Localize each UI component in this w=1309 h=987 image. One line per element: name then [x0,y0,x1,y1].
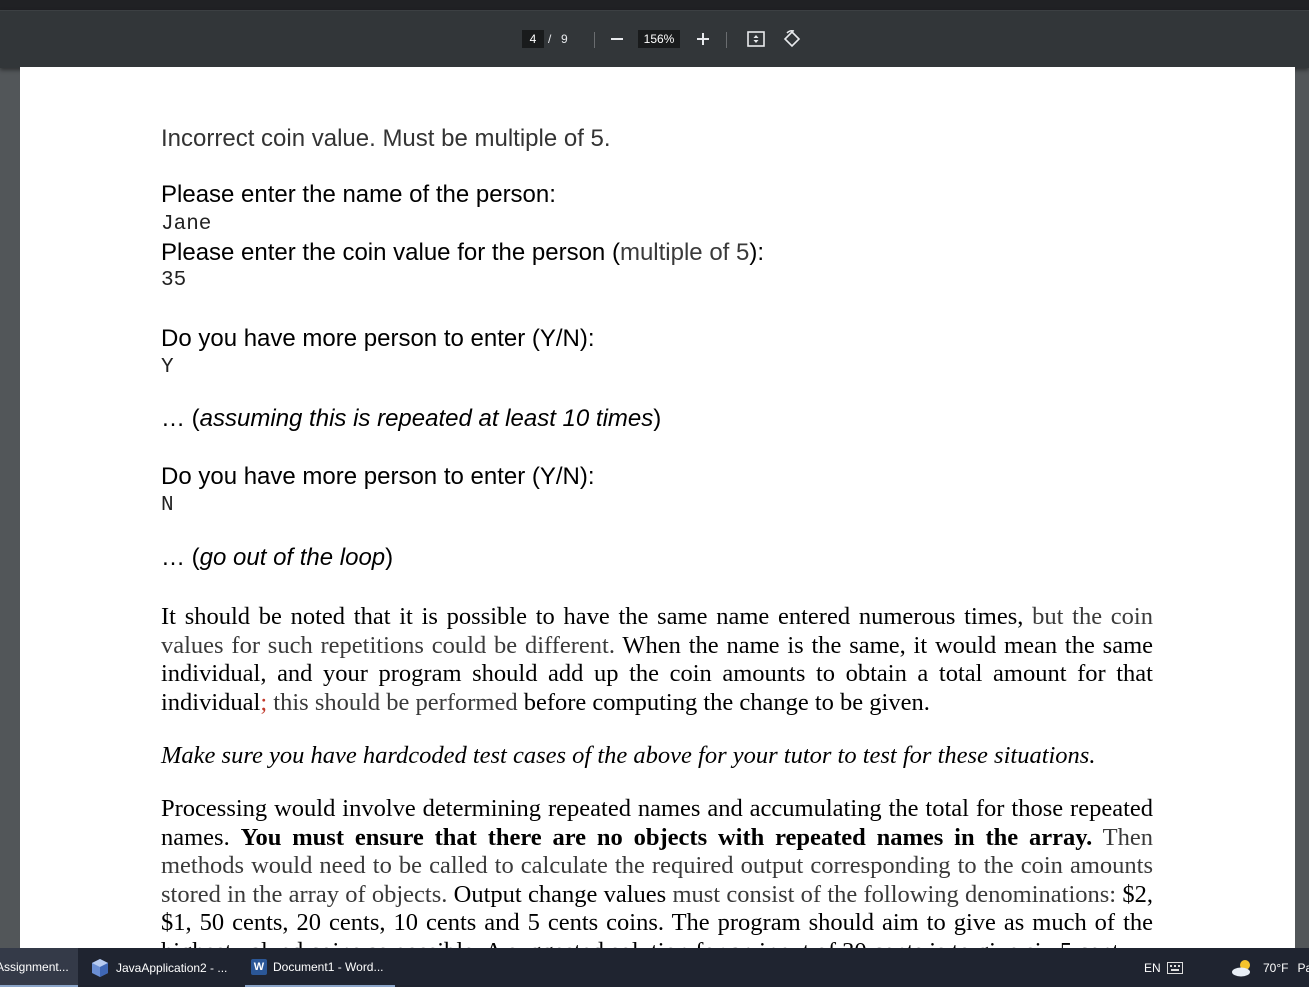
ellipsis-2: … ( [161,544,200,571]
error-message: Incorrect coin value. Must be multiple o… [161,125,611,152]
note-repeat: … (assuming this is repeated at least 10… [161,405,661,433]
pdf-toolbar: 4 / 9 156% [0,10,1309,68]
para3-e: must consist of the following denominati… [666,880,1117,908]
paragraph-repeated-names: It should be noted that it is possible t… [161,603,1153,717]
para1-f: before computing the change to be given. [517,688,930,716]
word-icon: W [251,958,267,975]
zoom-in-button[interactable] [690,26,716,52]
input-more-2: N [161,494,174,517]
temperature-label: 70°F [1263,960,1289,975]
language-indicator[interactable]: EN [1144,948,1161,987]
page-total: 9 [561,32,568,46]
input-name: Jane [161,213,212,236]
taskbar-label-assignment: Assignment... [0,959,69,974]
para1-e: this should be performed [267,688,518,716]
ellipsis-1: … ( [161,405,200,432]
pdf-page: Incorrect coin value. Must be multiple o… [20,67,1295,950]
taskbar-item-assignment[interactable]: Assignment... [0,948,78,987]
prompt-name: Please enter the name of the person: [161,181,556,208]
page-separator: / [548,32,552,46]
close-1: ) [653,405,662,432]
para3-d: Output change values [447,880,667,908]
rotate-icon [783,30,801,48]
page-number-input[interactable]: 4 [522,30,544,48]
rotate-button[interactable] [779,26,805,52]
toolbar-divider [726,32,727,48]
prompt-coin-b: multiple of 5 [619,239,750,266]
keyboard-icon [1167,961,1183,974]
weather-widget[interactable]: 70°F Pa [1231,948,1309,987]
window-top-strip [0,0,1309,10]
prompt-coin-a: Please enter the coin value for the pers… [161,239,620,266]
prompt-more-2: Do you have more person to enter (Y/N): [161,463,595,490]
input-more-1: Y [161,356,174,379]
weather-label-tail: Pa [1297,960,1309,975]
prompt-more-1: Do you have more person to enter (Y/N): [161,325,595,352]
taskbar-item-java[interactable]: JavaApplication2 - ... [90,948,227,987]
partly-cloudy-icon [1232,959,1250,976]
note-2: go out of the loop [199,544,386,571]
note-1: assuming this is repeated at least 10 ti… [199,405,654,432]
para2: Make sure you have hardcoded test cases … [161,742,1096,769]
paragraph-test-cases: Make sure you have hardcoded test cases … [161,742,1153,771]
fit-to-page-icon [747,31,765,47]
input-coin: 35 [161,269,187,292]
windows-taskbar: Assignment... JavaApplication2 - ... W D… [0,948,1309,987]
note-exit-loop: … (go out of the loop) [161,544,393,572]
prompt-coin: Please enter the coin value for the pers… [161,239,764,267]
lang-label: EN [1144,960,1161,975]
keyboard-button[interactable] [1167,948,1183,987]
paragraph-processing: Processing would involve determining rep… [161,795,1153,950]
taskbar-label-word: Document1 - Word... [273,959,384,974]
plus-icon [697,33,709,45]
para1-a: It should be noted that it is possible t… [161,603,1024,630]
toolbar-divider [594,32,595,48]
taskbar-label-java: JavaApplication2 - ... [116,960,228,975]
java-app-icon [92,958,108,977]
close-2: ) [385,544,394,571]
minus-icon [611,38,623,40]
para3-b: You must ensure that there are no object… [240,823,1093,851]
zoom-level-input[interactable]: 156% [638,30,680,48]
prompt-coin-c: ): [749,239,765,266]
fit-to-page-button[interactable] [743,26,769,52]
zoom-out-button[interactable] [604,26,630,52]
taskbar-item-word[interactable]: W Document1 - Word... [245,948,395,987]
